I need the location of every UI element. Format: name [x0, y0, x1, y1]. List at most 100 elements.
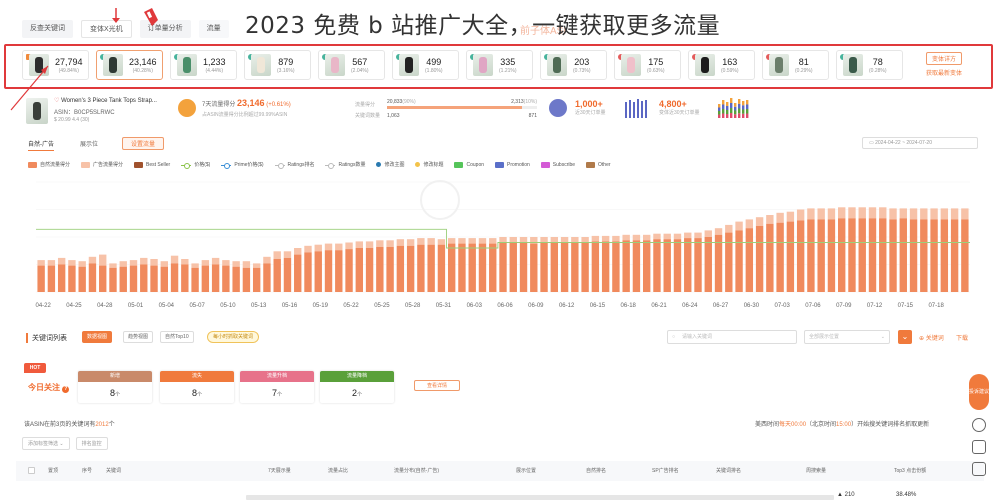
bar-organic-traffic[interactable]: [150, 265, 158, 292]
variant-card[interactable]: 203 (0.73%): [540, 50, 607, 80]
tab-organic-top10[interactable]: 自然Top10: [160, 331, 194, 343]
column-header[interactable]: 置顶: [48, 467, 58, 474]
bar-organic-traffic[interactable]: [817, 219, 825, 292]
bar-ad-traffic[interactable]: [571, 237, 579, 243]
legend-item[interactable]: Subscribe: [540, 161, 575, 168]
bar-ad-traffic[interactable]: [838, 207, 846, 219]
bar-organic-traffic[interactable]: [519, 242, 528, 293]
legend-item[interactable]: Ratings数量: [325, 161, 365, 169]
bar-organic-traffic[interactable]: [827, 219, 836, 292]
legend-item[interactable]: Best Seller: [134, 161, 170, 168]
tab-keyword-reverse[interactable]: 反查关键词: [22, 20, 73, 38]
bar-ad-traffic[interactable]: [509, 237, 517, 243]
bar-organic-traffic[interactable]: [68, 265, 76, 292]
bar-organic-traffic[interactable]: [622, 240, 630, 292]
column-header[interactable]: 序号: [82, 467, 92, 474]
bar-organic-traffic[interactable]: [673, 239, 682, 292]
bar-ad-traffic[interactable]: [406, 239, 415, 246]
bar-ad-traffic[interactable]: [694, 232, 702, 239]
today-stat-card[interactable]: 流量升档 7个: [240, 371, 314, 403]
bar-ad-traffic[interactable]: [355, 241, 364, 248]
today-stat-card[interactable]: 流量降档 2个: [320, 371, 394, 403]
bar-organic-traffic[interactable]: [252, 267, 261, 292]
tab-traffic[interactable]: 流量: [198, 20, 229, 38]
bar-ad-traffic[interactable]: [745, 219, 754, 229]
user-icon[interactable]: [972, 418, 986, 432]
bar-ad-traffic[interactable]: [386, 240, 394, 247]
bar-ad-traffic[interactable]: [889, 208, 897, 220]
info-icon[interactable]: ?: [62, 386, 70, 393]
bar-organic-traffic[interactable]: [458, 243, 466, 292]
bar-ad-traffic[interactable]: [47, 260, 56, 266]
table-row[interactable]: ▲ 210 38.48%: [16, 488, 984, 500]
bar-ad-traffic[interactable]: [129, 260, 138, 266]
bar-organic-traffic[interactable]: [489, 243, 497, 292]
hourly-keyword-button[interactable]: 每小时抓取关键词: [207, 331, 260, 343]
bar-ad-traffic[interactable]: [560, 237, 569, 243]
variant-card[interactable]: 567 (2.04%): [318, 50, 385, 80]
bar-ad-traffic[interactable]: [427, 238, 435, 245]
bar-ad-traffic[interactable]: [458, 238, 466, 244]
bar-ad-traffic[interactable]: [37, 260, 45, 266]
bar-ad-traffic[interactable]: [663, 233, 671, 240]
bar-ad-traffic[interactable]: [899, 208, 907, 219]
column-header[interactable]: 7天展示量: [268, 467, 291, 474]
bar-ad-traffic[interactable]: [365, 241, 374, 248]
bar-organic-traffic[interactable]: [109, 267, 117, 292]
bar-ad-traffic[interactable]: [478, 238, 487, 244]
document-icon[interactable]: [972, 462, 986, 476]
bar-organic-traffic[interactable]: [848, 218, 856, 292]
bar-ad-traffic[interactable]: [848, 207, 856, 219]
bar-ad-traffic[interactable]: [632, 234, 641, 241]
bar-ad-traffic[interactable]: [232, 261, 240, 267]
bar-ad-traffic[interactable]: [581, 237, 589, 243]
view-detail-button[interactable]: 查看详情: [414, 380, 461, 391]
bar-organic-traffic[interactable]: [868, 218, 877, 292]
bar-ad-traffic[interactable]: [714, 228, 723, 235]
column-header[interactable]: 自然排名: [586, 467, 606, 474]
variant-card[interactable]: 163 (0.59%): [688, 50, 755, 80]
legend-item[interactable]: Promotion: [495, 161, 530, 168]
bar-ad-traffic[interactable]: [222, 260, 230, 266]
legend-item[interactable]: 自然流量得分: [28, 161, 70, 168]
bar-ad-traffic[interactable]: [766, 215, 774, 224]
refresh-variants-link[interactable]: 获取最新变体: [926, 68, 962, 77]
bar-ad-traffic[interactable]: [950, 208, 959, 220]
tag-filter-select[interactable]: 添加标签筛选 ⌄: [22, 437, 70, 450]
bar-ad-traffic[interactable]: [653, 233, 661, 240]
bar-organic-traffic[interactable]: [386, 246, 394, 292]
feedback-button[interactable]: 投诉建议: [969, 374, 989, 410]
bar-ad-traffic[interactable]: [396, 239, 405, 246]
bar-organic-traffic[interactable]: [140, 264, 148, 293]
bar-ad-traffic[interactable]: [817, 208, 825, 220]
bar-ad-traffic[interactable]: [78, 261, 86, 267]
variant-detail-button[interactable]: 变体详方: [926, 52, 963, 65]
bar-ad-traffic[interactable]: [345, 242, 353, 250]
bar-organic-traffic[interactable]: [879, 218, 887, 292]
bar-organic-traffic[interactable]: [694, 238, 702, 292]
variant-card[interactable]: 78 (0.28%): [836, 50, 903, 80]
bar-organic-traffic[interactable]: [201, 265, 210, 292]
tab-data-view[interactable]: 数据视图: [82, 331, 113, 343]
bar-organic-traffic[interactable]: [222, 265, 230, 292]
bar-ad-traffic[interactable]: [335, 243, 343, 251]
bar-organic-traffic[interactable]: [273, 259, 281, 292]
download-link[interactable]: 下载: [956, 333, 968, 342]
bar-ad-traffic[interactable]: [57, 257, 66, 265]
bar-ad-traffic[interactable]: [550, 237, 559, 243]
bar-ad-traffic[interactable]: [642, 234, 651, 241]
bar-organic-traffic[interactable]: [560, 242, 569, 293]
bar-organic-traffic[interactable]: [632, 240, 641, 292]
bar-ad-traffic[interactable]: [519, 237, 528, 243]
column-header[interactable]: 流量分布(自然-广告): [394, 467, 439, 474]
bar-organic-traffic[interactable]: [355, 248, 364, 292]
bar-organic-traffic[interactable]: [540, 242, 548, 293]
bar-organic-traffic[interactable]: [396, 245, 405, 292]
bar-organic-traffic[interactable]: [406, 245, 415, 292]
bar-organic-traffic[interactable]: [684, 238, 692, 292]
bar-ad-traffic[interactable]: [88, 256, 97, 264]
legend-item[interactable]: Coupon: [454, 161, 484, 168]
bar-ad-traffic[interactable]: [191, 263, 199, 268]
bar-ad-traffic[interactable]: [961, 208, 969, 220]
bar-organic-traffic[interactable]: [796, 220, 805, 293]
